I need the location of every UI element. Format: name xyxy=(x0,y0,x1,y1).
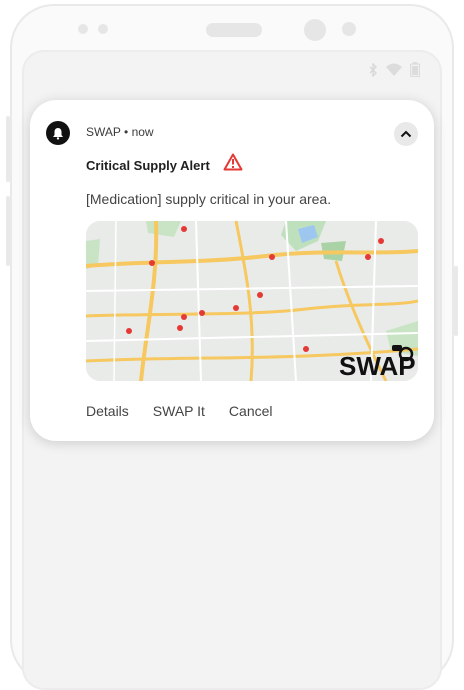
map-image: SWAP xyxy=(86,221,418,381)
app-name: SWAP xyxy=(86,125,121,139)
status-bar xyxy=(368,62,420,77)
collapse-button[interactable] xyxy=(394,122,418,146)
map-preview[interactable]: SWAP xyxy=(86,221,418,381)
cancel-button[interactable]: Cancel xyxy=(229,403,273,419)
sensor-dot xyxy=(78,24,88,34)
speaker-grille xyxy=(206,23,262,37)
swap-it-button[interactable]: SWAP It xyxy=(153,403,205,419)
chevron-up-icon xyxy=(400,130,412,138)
sensor-dot xyxy=(342,22,356,36)
volume-button xyxy=(6,196,10,266)
notification-card[interactable]: SWAP • now Critical Supply Alert [Medica… xyxy=(30,100,434,441)
side-button xyxy=(454,266,458,336)
notification-header: SWAP • now xyxy=(86,125,154,139)
notification-time: • now xyxy=(124,125,154,139)
bluetooth-icon xyxy=(369,62,377,77)
phone-top-bar xyxy=(12,6,452,52)
notification-message: [Medication] supply critical in your are… xyxy=(86,191,332,207)
warning-triangle-icon xyxy=(223,153,243,171)
sensor-dot xyxy=(98,24,108,34)
notification-title: Critical Supply Alert xyxy=(86,158,210,173)
svg-text:SWAP: SWAP xyxy=(339,351,416,381)
notification-actions: Details SWAP It Cancel xyxy=(86,403,273,419)
details-button[interactable]: Details xyxy=(86,403,129,419)
battery-icon xyxy=(410,62,420,77)
wifi-icon xyxy=(386,63,402,76)
power-button xyxy=(6,116,10,182)
camera-icon xyxy=(304,19,326,41)
bell-icon xyxy=(46,121,70,145)
